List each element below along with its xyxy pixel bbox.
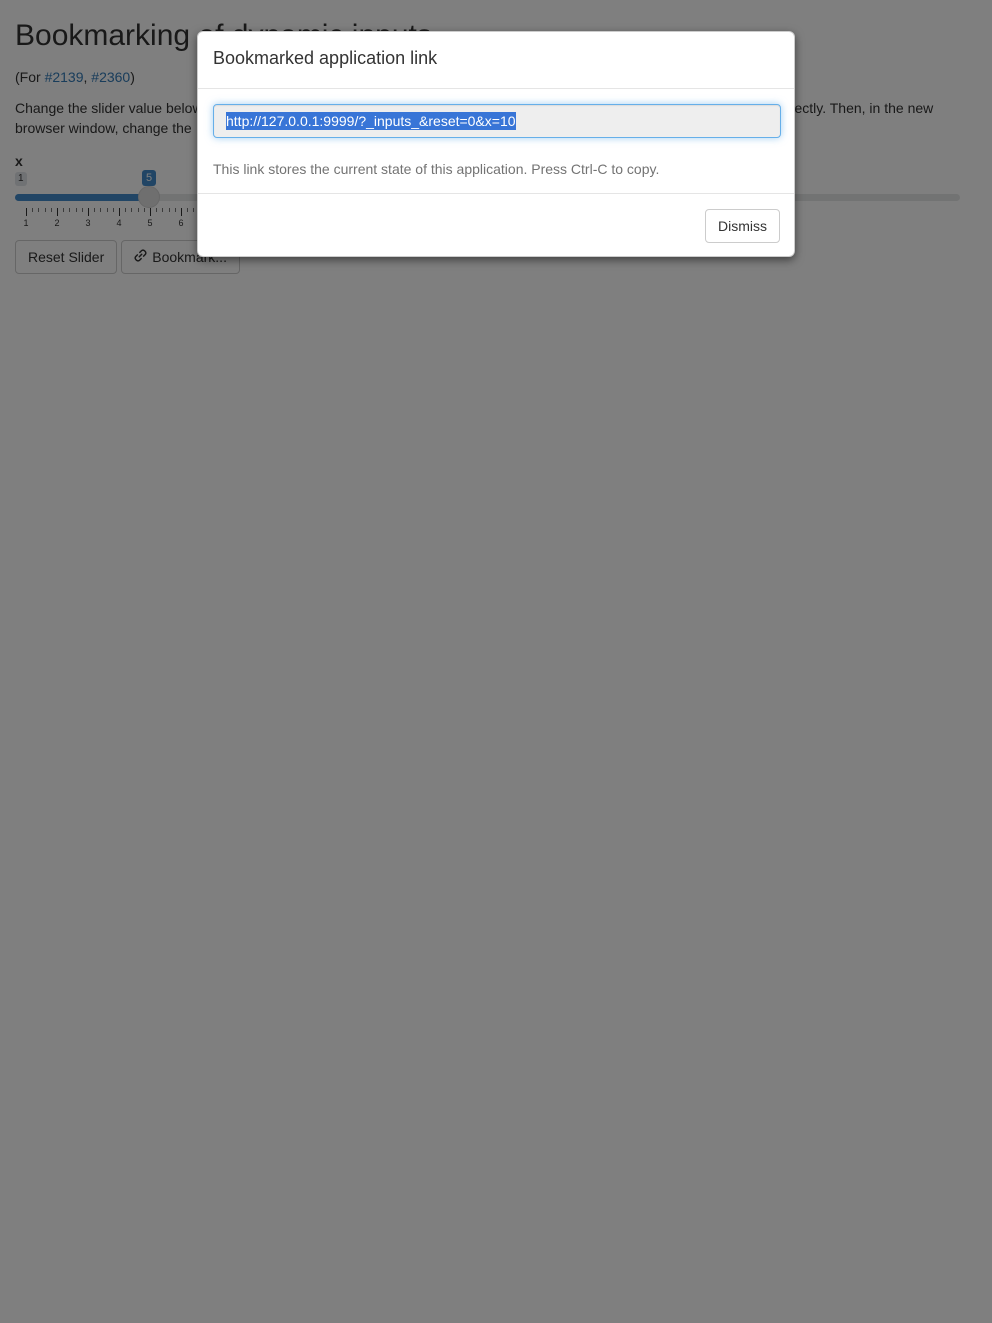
bookmark-modal: Bookmarked application link http://127.0… bbox=[197, 31, 795, 257]
modal-footer: Dismiss bbox=[198, 194, 794, 258]
bookmark-url-field[interactable]: http://127.0.0.1:9999/?_inputs_&reset=0&… bbox=[213, 104, 781, 138]
modal-title: Bookmarked application link bbox=[213, 48, 438, 68]
modal-header: Bookmarked application link bbox=[198, 32, 794, 89]
modal-body: http://127.0.0.1:9999/?_inputs_&reset=0&… bbox=[198, 89, 794, 194]
modal-help-text: This link stores the current state of th… bbox=[213, 161, 660, 177]
bookmark-url-text: http://127.0.0.1:9999/?_inputs_&reset=0&… bbox=[226, 112, 516, 130]
dismiss-button[interactable]: Dismiss bbox=[705, 209, 780, 243]
